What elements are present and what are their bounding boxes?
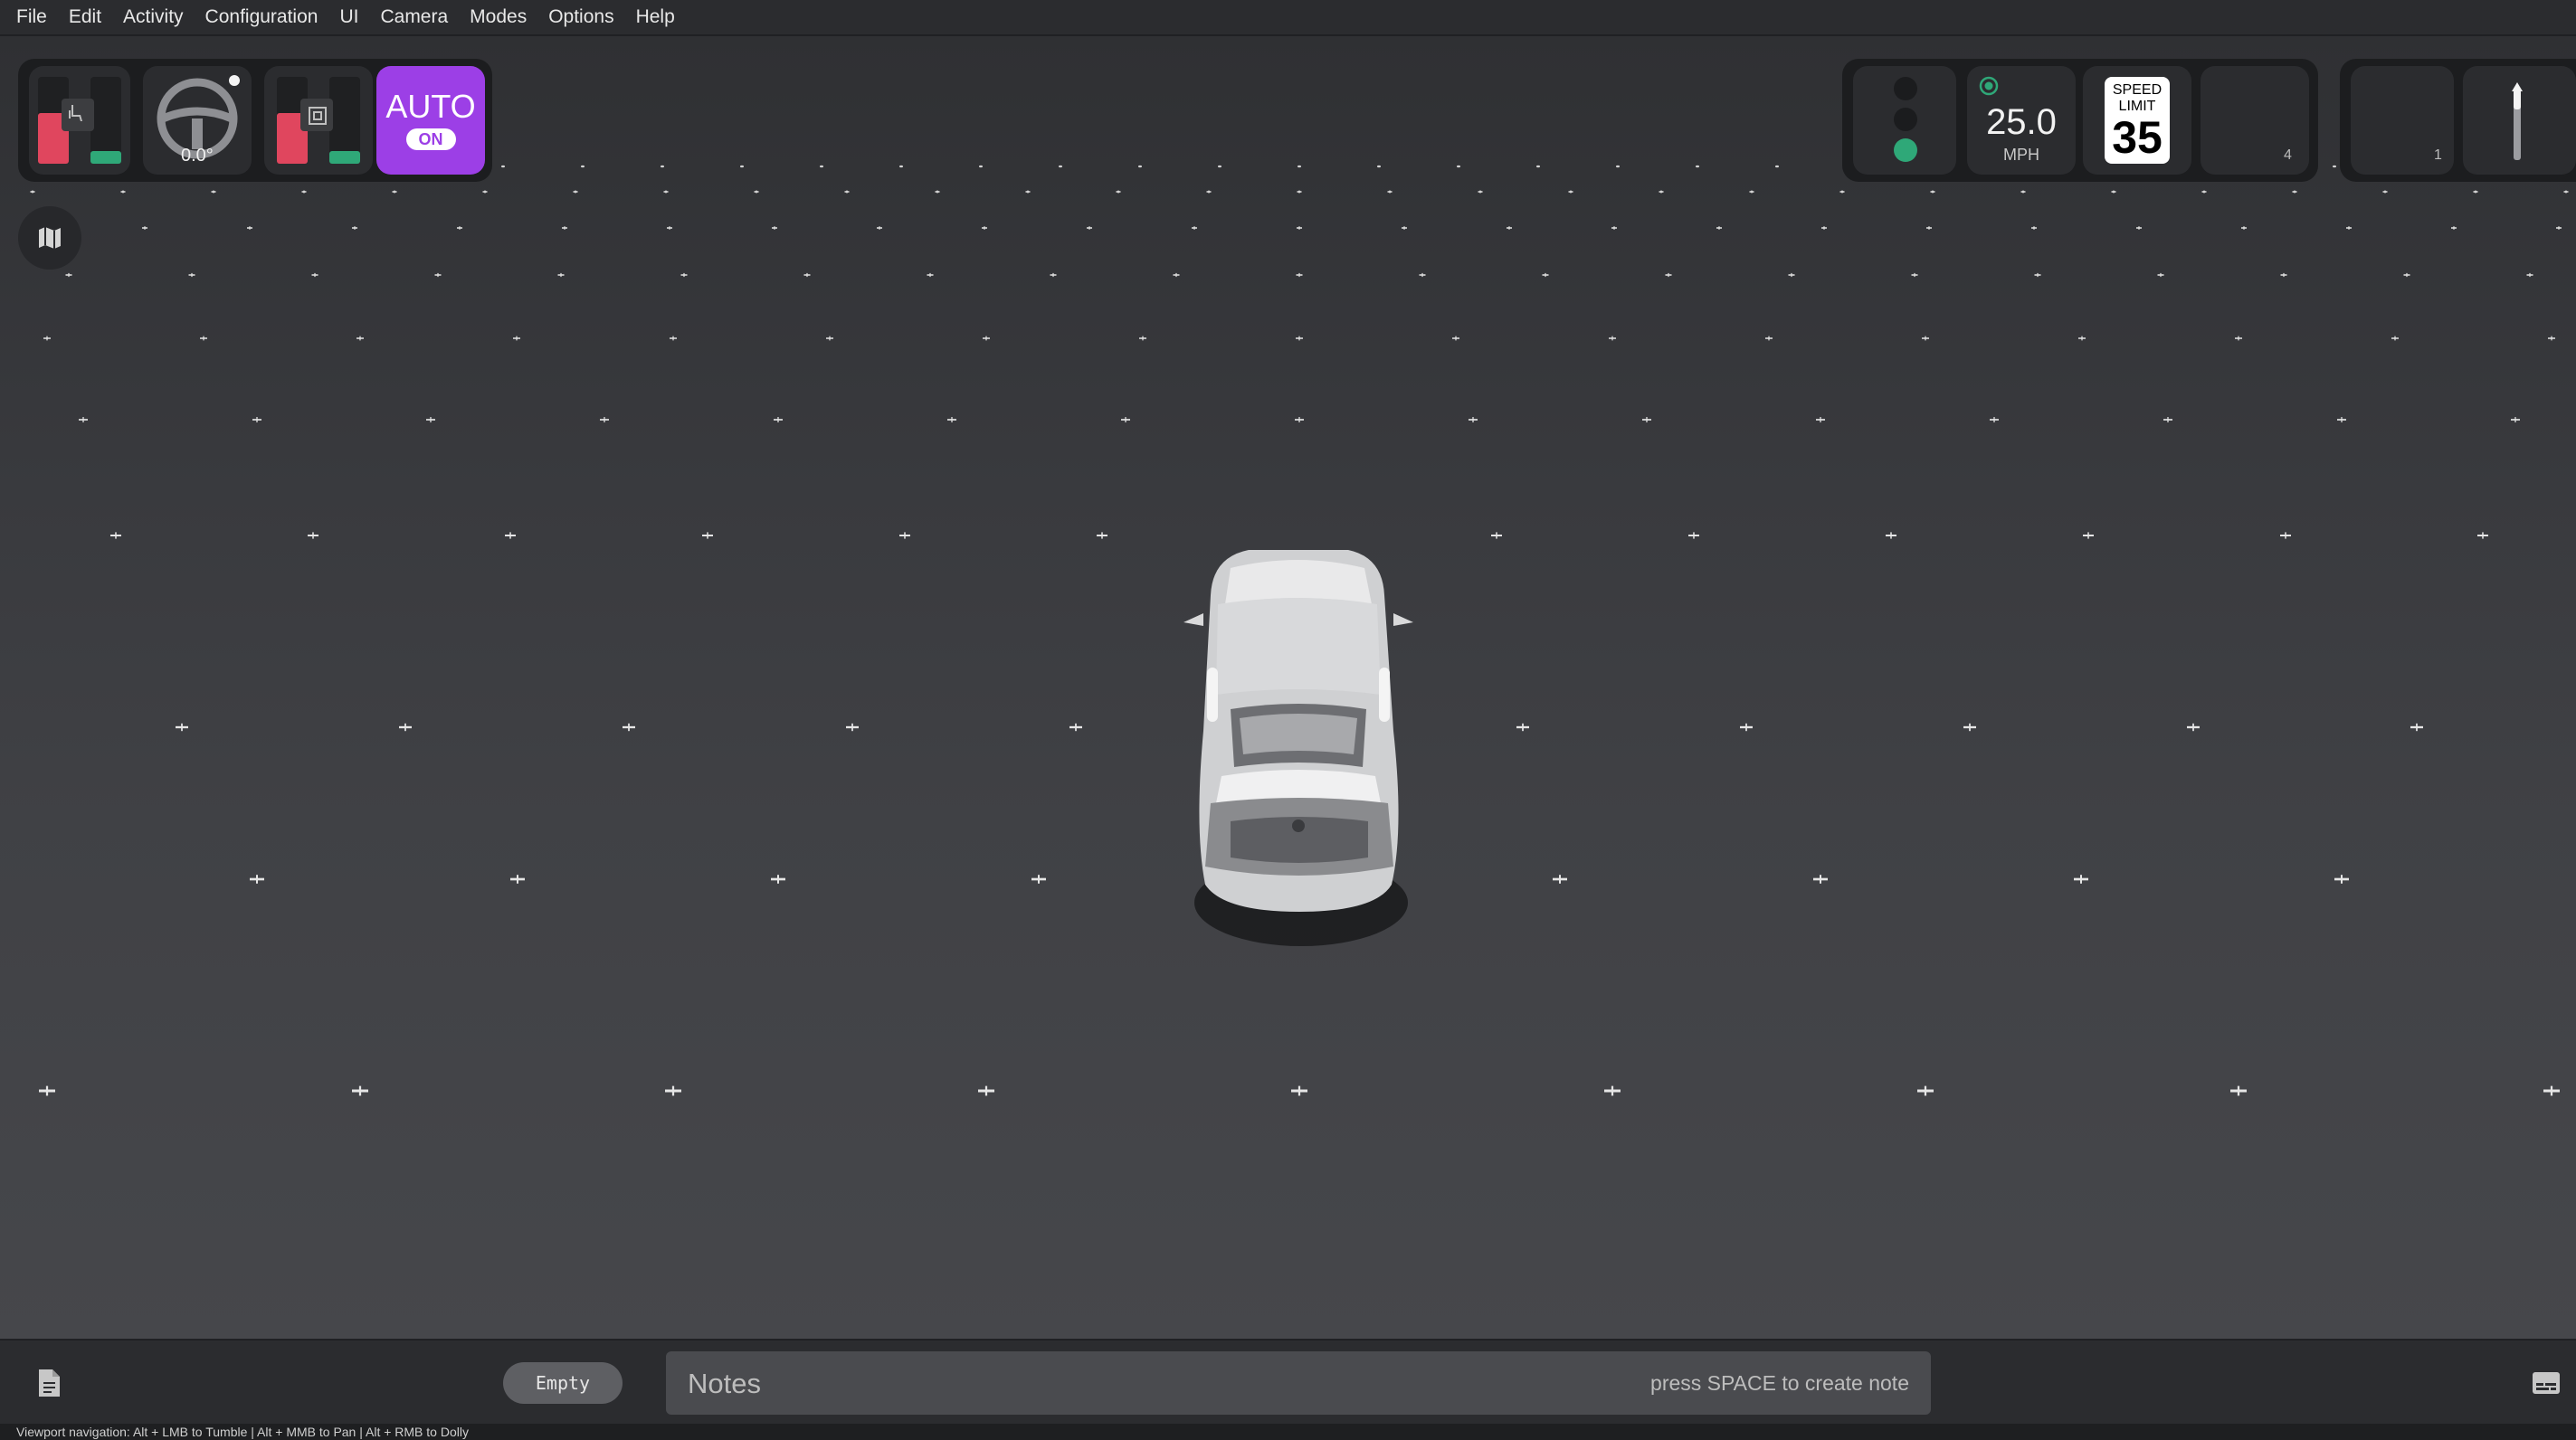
speed-limit-sign: SPEED LIMIT 35 <box>2105 77 2170 164</box>
menu-options[interactable]: Options <box>537 0 624 34</box>
auto-label: AUTO <box>385 88 476 125</box>
subtitles-icon[interactable] <box>2532 1371 2561 1395</box>
throttle-tile[interactable] <box>264 66 373 175</box>
document-icon[interactable] <box>34 1368 63 1398</box>
menu-activity[interactable]: Activity <box>112 0 195 34</box>
gps-target-icon <box>1979 76 1999 96</box>
gear-hud: 1 <box>2340 59 2576 182</box>
menu-file[interactable]: File <box>0 0 58 34</box>
gear-tile: 1 <box>2351 66 2454 175</box>
traffic-light-yellow <box>1894 108 1917 131</box>
menu-configuration[interactable]: Configuration <box>195 0 329 34</box>
seat-icon <box>69 105 82 121</box>
vehicle-status-hud: 25.0 MPH SPEED LIMIT 35 4 <box>1842 59 2318 182</box>
speed-unit: MPH <box>2003 146 2039 164</box>
speed-limit-tile: SPEED LIMIT 35 <box>2083 66 2191 175</box>
empty-filter-button[interactable]: Empty <box>503 1362 623 1404</box>
auto-state-badge: ON <box>405 128 456 150</box>
map-icon <box>39 227 61 249</box>
traffic-light-green <box>1894 138 1917 162</box>
speed-tile: 25.0 MPH <box>1967 66 2076 175</box>
steering-indicator-dot <box>229 75 240 86</box>
steering-tile[interactable]: 0.0° <box>143 66 252 175</box>
menu-bar: File Edit Activity Configuration UI Came… <box>0 0 2576 36</box>
3d-viewport[interactable]: 0.0° AUTO ON 25.0 MPH SPEED LIMIT 35 4 1 <box>0 36 2576 1339</box>
screen-icon <box>309 107 327 125</box>
status-bar: Viewport navigation: Alt + LMB to Tumble… <box>0 1424 2576 1440</box>
speed-limit-line1: SPEED <box>2112 82 2163 98</box>
lane-tile: 4 <box>2201 66 2309 175</box>
auto-mode-toggle[interactable]: AUTO ON <box>376 66 485 175</box>
notes-input[interactable]: Notes press SPACE to create note <box>666 1351 1931 1415</box>
gear-shift-indicator-icon <box>2512 82 2523 160</box>
viewport-navigation-hint: Viewport navigation: Alt + LMB to Tumble… <box>16 1425 469 1439</box>
lane-number: 4 <box>2284 147 2292 163</box>
menu-ui[interactable]: UI <box>328 0 369 34</box>
menu-camera[interactable]: Camera <box>369 0 459 34</box>
map-button[interactable] <box>18 206 81 270</box>
vehicle-model <box>1183 550 1413 946</box>
traffic-light-tile <box>1853 66 1956 175</box>
brake-tile[interactable] <box>29 66 130 175</box>
speed-value: 25.0 <box>1986 102 2057 142</box>
notes-bar: Empty Notes press SPACE to create note <box>0 1339 2576 1426</box>
notes-label: Notes <box>688 1368 761 1399</box>
notes-hint: press SPACE to create note <box>1650 1371 1909 1395</box>
steering-angle: 0.0° <box>181 146 214 166</box>
gear-shift-tile <box>2463 66 2576 175</box>
menu-modes[interactable]: Modes <box>459 0 537 34</box>
menu-help[interactable]: Help <box>625 0 686 34</box>
driver-controls-hud: 0.0° AUTO ON <box>18 59 492 182</box>
traffic-light-red <box>1894 77 1917 100</box>
menu-edit[interactable]: Edit <box>58 0 112 34</box>
gear-number: 1 <box>2434 147 2442 163</box>
speed-limit-value: 35 <box>2112 112 2163 163</box>
